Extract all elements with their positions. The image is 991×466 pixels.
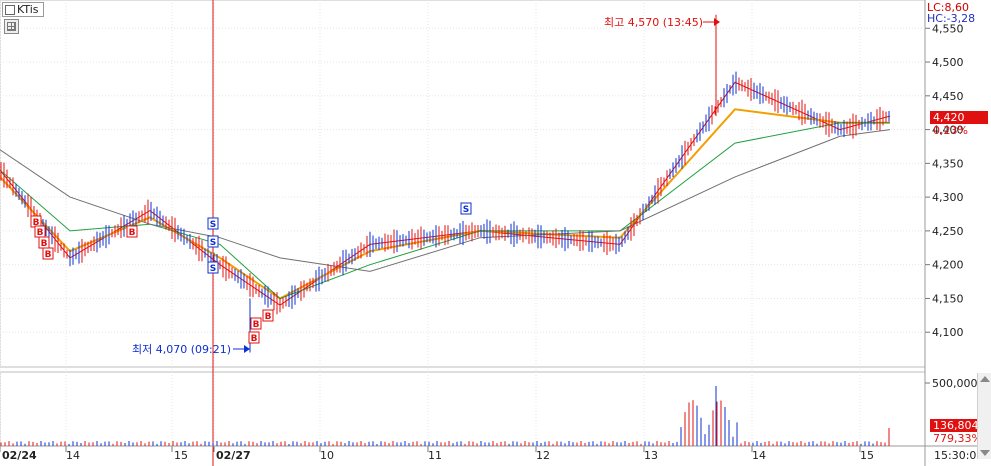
scroll-down-icon[interactable]	[980, 450, 990, 456]
stock-chart[interactable]: 4,5504,5004,4504,4004,3504,3004,2504,200…	[0, 0, 991, 466]
time-axis-label: 02/24	[2, 449, 37, 462]
price-axis-label: 4,150	[932, 292, 964, 305]
time-axis-label: 10	[320, 449, 334, 462]
price-axis-label: 4,200	[932, 259, 964, 272]
time-axis-label: 15	[860, 449, 874, 462]
current-change-pct: 0,23%	[933, 124, 968, 137]
price-axis-label: 4,100	[932, 326, 964, 339]
grid-icon[interactable]	[4, 19, 19, 34]
price-line	[0, 81, 891, 306]
ma-long-line	[0, 129, 891, 272]
checkbox-icon[interactable]	[5, 5, 15, 15]
sell-signal: S	[210, 264, 216, 274]
time-axis-label: 13	[644, 449, 658, 462]
time-axis-label: 02/27	[216, 449, 251, 462]
volume-scrollbar[interactable]	[977, 373, 991, 459]
ma-short-line	[0, 108, 890, 300]
buy-signal: B	[129, 228, 136, 238]
time-axis-label: 14	[752, 449, 766, 462]
volume-panel-frame	[0, 371, 926, 447]
low-arrow-icon	[244, 345, 250, 353]
price-panel-frame	[0, 0, 926, 368]
volume-axis-label: 500,000	[932, 377, 978, 390]
volume-change-pct: 779,33%	[933, 432, 982, 445]
buy-signal: B	[253, 320, 260, 330]
scroll-up-icon[interactable]	[980, 376, 990, 382]
ticker-label: KTis	[17, 3, 39, 16]
time-axis-label: 15:30:00	[934, 449, 983, 462]
time-axis-label: 12	[536, 449, 550, 462]
buy-signal: B	[251, 334, 258, 344]
buy-signal: B	[45, 250, 52, 260]
ticker-selector[interactable]: KTis	[2, 2, 44, 17]
hc-indicator: HC:-3,28	[927, 12, 976, 25]
sell-signal: S	[463, 205, 469, 215]
price-axis-label: 4,450	[932, 90, 964, 103]
time-axis-label: 15	[174, 449, 188, 462]
low-annotation: 최저 4,070 (09:21)	[132, 343, 231, 356]
price-axis-label: 4,350	[932, 157, 964, 170]
price-axis-label: 4,500	[932, 56, 964, 69]
price-axis-label: 4,300	[932, 191, 964, 204]
sell-signal: S	[210, 238, 216, 248]
time-axis-label: 11	[428, 449, 442, 462]
price-axis-label: 4,250	[932, 225, 964, 238]
high-arrow-icon	[714, 18, 720, 26]
buy-signal: B	[265, 312, 272, 322]
current-price-badge: 4,420	[930, 111, 988, 124]
high-annotation: 최고 4,570 (13:45)	[604, 16, 703, 29]
time-axis-label: 14	[66, 449, 80, 462]
sell-signal: S	[210, 220, 216, 230]
